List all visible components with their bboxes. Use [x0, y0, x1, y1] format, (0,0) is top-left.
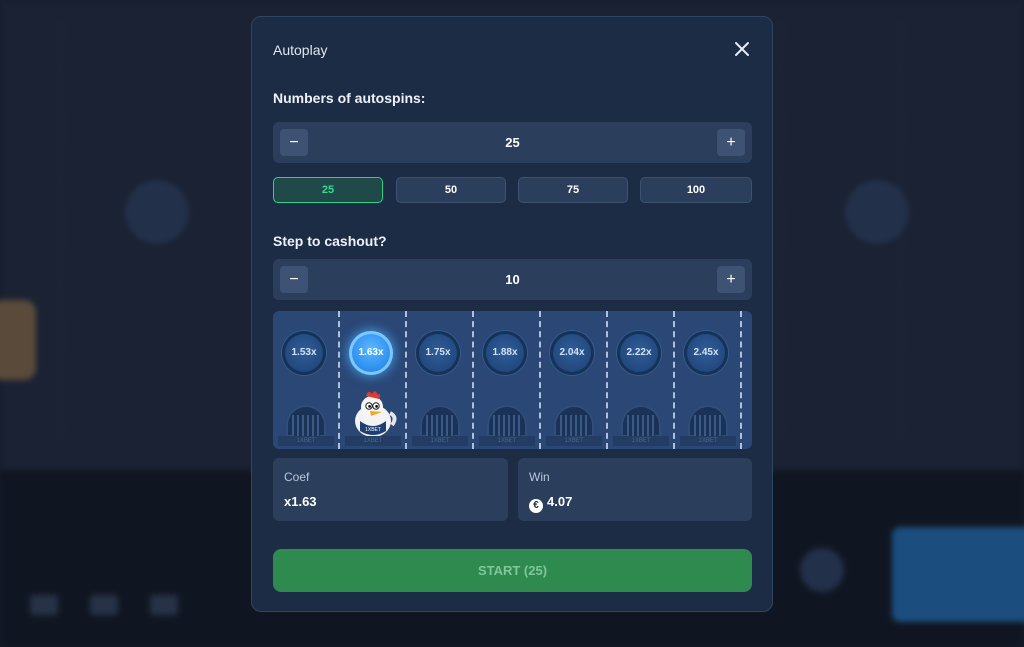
autospins-label: Numbers of autospins:	[273, 90, 426, 106]
coefficient-coin-active[interactable]: 1.63x	[349, 331, 393, 375]
lane-base: 1XBET	[613, 436, 669, 446]
lane-base: 1XBET	[479, 436, 535, 446]
close-icon[interactable]	[732, 39, 752, 59]
background-chip	[30, 595, 58, 615]
autospins-decrease-button[interactable]: −	[280, 129, 308, 156]
win-amount: €4.07	[529, 494, 572, 513]
cashout-stepper: − 10 +	[273, 259, 752, 300]
autospins-value[interactable]: 25	[323, 122, 702, 163]
gate-icon	[286, 405, 326, 437]
coefficient-coin[interactable]: 1.88x	[483, 331, 527, 375]
lane-base: 1XBET	[680, 436, 736, 446]
gate-icon	[420, 405, 460, 437]
background-chicken	[0, 300, 36, 380]
win-box: Win €4.07	[518, 458, 752, 521]
euro-icon: €	[529, 499, 543, 513]
cashout-decrease-button[interactable]: −	[280, 266, 308, 293]
autoplay-modal: Autoplay Numbers of autospins: − 25 + 25…	[251, 16, 773, 612]
gate-icon	[688, 405, 728, 437]
start-button[interactable]: START (25)	[273, 549, 752, 592]
background-chip	[150, 595, 178, 615]
track-lane: 1.75x 1XBET	[407, 311, 474, 449]
background-button	[800, 548, 844, 592]
lane-divider	[740, 311, 742, 449]
track-lane: 1.53x 1XBET	[273, 311, 340, 449]
lane-base: 1XBET	[412, 436, 468, 446]
gate-icon	[487, 405, 527, 437]
coefficient-coin[interactable]: 2.22x	[617, 331, 661, 375]
background-coin	[845, 180, 909, 244]
autospins-increase-button[interactable]: +	[717, 129, 745, 156]
coef-box: Coef x1.63	[273, 458, 508, 521]
chicken-icon: 1XBET	[346, 387, 400, 439]
track-lane: 1.88x 1XBET	[474, 311, 541, 449]
modal-title: Autoplay	[273, 42, 328, 58]
background-coin	[125, 180, 189, 244]
background-play-button	[892, 527, 1024, 622]
cashout-track: 1.53x 1XBET 1.63x 1XBET 1XBET 1.75x 1XBE…	[273, 311, 752, 449]
autospins-presets: 25 50 75 100	[273, 177, 752, 203]
track-lane: 2.22x 1XBET	[608, 311, 675, 449]
preset-100-button[interactable]: 100	[640, 177, 752, 203]
win-value: 4.07	[547, 494, 573, 509]
gate-icon	[554, 405, 594, 437]
coefficient-coin[interactable]: 1.53x	[282, 331, 326, 375]
background-lane	[900, 20, 1021, 440]
preset-75-button[interactable]: 75	[518, 177, 628, 203]
cashout-label: Step to cashout?	[273, 233, 387, 249]
track-lane: 2.45x 1XBET	[675, 311, 742, 449]
cashout-increase-button[interactable]: +	[717, 266, 745, 293]
lane-base: 1XBET	[546, 436, 602, 446]
autospins-stepper: − 25 +	[273, 122, 752, 163]
preset-50-button[interactable]: 50	[396, 177, 506, 203]
background-chip	[90, 595, 118, 615]
coefficient-coin[interactable]: 2.04x	[550, 331, 594, 375]
cashout-value[interactable]: 10	[323, 259, 702, 300]
lane-base: 1XBET	[278, 436, 334, 446]
coef-value: x1.63	[284, 494, 317, 509]
track-lane: 2.04x 1XBET	[541, 311, 608, 449]
track-lane: 1.63x 1XBET 1XBET	[340, 311, 407, 449]
win-label: Win	[529, 470, 550, 484]
svg-text:1XBET: 1XBET	[365, 427, 381, 433]
preset-25-button[interactable]: 25	[273, 177, 383, 203]
coefficient-coin[interactable]: 2.45x	[684, 331, 728, 375]
coef-label: Coef	[284, 470, 310, 484]
lane-base: 1XBET	[345, 436, 401, 446]
gate-icon	[621, 405, 661, 437]
coefficient-coin[interactable]: 1.75x	[416, 331, 460, 375]
